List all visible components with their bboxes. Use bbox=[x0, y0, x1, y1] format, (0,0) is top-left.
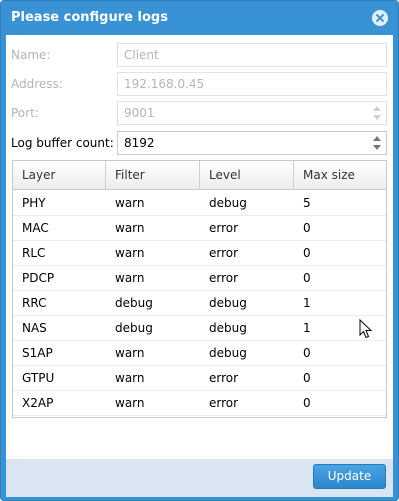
dialog-title: Please configure logs bbox=[11, 10, 168, 25]
filter-cell[interactable]: warn bbox=[106, 266, 200, 291]
level-cell[interactable]: error bbox=[200, 241, 294, 266]
column-header-layer[interactable]: Layer bbox=[13, 161, 106, 190]
level-cell[interactable]: debug bbox=[200, 291, 294, 316]
name-field[interactable]: Client bbox=[117, 43, 387, 67]
log-buffer-spinner-icon[interactable] bbox=[373, 136, 382, 151]
max-size-cell[interactable]: 5 bbox=[294, 191, 386, 216]
layer-cell: RRC bbox=[22, 296, 47, 310]
table-row[interactable]: PHY warn debug 5 bbox=[13, 191, 386, 216]
level-cell[interactable]: error bbox=[200, 391, 294, 416]
layer-cell: NAS bbox=[22, 321, 47, 335]
max-size-cell[interactable]: 0 bbox=[294, 266, 386, 291]
column-header-max-size[interactable]: Max size bbox=[294, 161, 386, 190]
level-cell[interactable]: debug bbox=[200, 191, 294, 216]
mouse-pointer-icon bbox=[359, 319, 373, 339]
port-spinner-icon[interactable] bbox=[373, 106, 382, 121]
filter-cell[interactable]: debug bbox=[106, 316, 200, 341]
layer-cell: PHY bbox=[22, 196, 46, 210]
name-label: Name: bbox=[11, 48, 51, 62]
filter-cell[interactable]: warn bbox=[106, 216, 200, 241]
table-row[interactable]: S1AP warn debug 0 bbox=[13, 341, 386, 366]
layer-cell: RLC bbox=[22, 246, 46, 260]
dialog-titlebar[interactable]: Please configure logs bbox=[1, 1, 398, 35]
address-label: Address: bbox=[11, 77, 63, 91]
level-cell[interactable]: debug bbox=[200, 341, 294, 366]
address-row: Address: 192.168.0.45 bbox=[11, 72, 387, 96]
max-size-cell[interactable]: 0 bbox=[294, 366, 386, 391]
column-header-level[interactable]: Level bbox=[200, 161, 294, 190]
max-size-cell[interactable]: 0 bbox=[294, 341, 386, 366]
log-buffer-label: Log buffer count: bbox=[11, 136, 114, 150]
table-row[interactable]: RLC warn error 0 bbox=[13, 241, 386, 266]
filter-cell[interactable]: warn bbox=[106, 391, 200, 416]
name-row: Name: Client bbox=[11, 43, 387, 67]
level-cell[interactable]: error bbox=[200, 216, 294, 241]
configure-logs-dialog: Please configure logs Name: Client Addre… bbox=[0, 0, 399, 501]
filter-cell[interactable]: warn bbox=[106, 341, 200, 366]
table-row[interactable]: NAS debug debug 1 bbox=[13, 316, 386, 341]
table-row[interactable]: X2AP warn error 0 bbox=[13, 391, 386, 416]
max-size-cell[interactable]: 0 bbox=[294, 241, 386, 266]
port-row: Port: 9001 bbox=[11, 101, 387, 125]
filter-cell[interactable]: debug bbox=[106, 291, 200, 316]
address-field[interactable]: 192.168.0.45 bbox=[117, 72, 387, 96]
filter-cell[interactable]: warn bbox=[106, 191, 200, 216]
level-cell[interactable]: error bbox=[200, 366, 294, 391]
log-buffer-count-field[interactable]: 8192 bbox=[117, 131, 387, 155]
max-size-cell[interactable]: 0 bbox=[294, 391, 386, 416]
port-field[interactable]: 9001 bbox=[117, 101, 387, 125]
filter-cell[interactable]: warn bbox=[106, 366, 200, 391]
filter-cell[interactable]: warn bbox=[106, 241, 200, 266]
column-header-filter[interactable]: Filter bbox=[106, 161, 200, 190]
max-size-cell[interactable]: 1 bbox=[294, 291, 386, 316]
table-row[interactable]: GTPU warn error 0 bbox=[13, 366, 386, 391]
grid-header: Layer Filter Level Max size bbox=[13, 161, 386, 190]
level-cell[interactable]: error bbox=[200, 266, 294, 291]
dialog-body: Name: Client Address: 192.168.0.45 Port:… bbox=[6, 35, 393, 459]
update-button[interactable]: Update bbox=[313, 464, 386, 489]
port-label: Port: bbox=[11, 106, 39, 120]
layer-cell: PDCP bbox=[22, 271, 55, 285]
log-layers-grid: Layer Filter Level Max size PHY warn deb… bbox=[12, 160, 387, 418]
table-row[interactable]: PDCP warn error 0 bbox=[13, 266, 386, 291]
table-row[interactable]: RRC debug debug 1 bbox=[13, 291, 386, 316]
log-buffer-value: 8192 bbox=[124, 136, 155, 150]
log-buffer-row: Log buffer count: 8192 bbox=[11, 131, 387, 155]
layer-cell: MAC bbox=[22, 221, 49, 235]
table-row[interactable]: MAC warn error 0 bbox=[13, 216, 386, 241]
close-icon[interactable] bbox=[372, 10, 388, 26]
port-value: 9001 bbox=[124, 106, 155, 120]
layer-cell: GTPU bbox=[22, 371, 55, 385]
max-size-cell[interactable]: 0 bbox=[294, 216, 386, 241]
layer-cell: X2AP bbox=[22, 396, 54, 410]
level-cell[interactable]: debug bbox=[200, 316, 294, 341]
layer-cell: S1AP bbox=[22, 346, 53, 360]
